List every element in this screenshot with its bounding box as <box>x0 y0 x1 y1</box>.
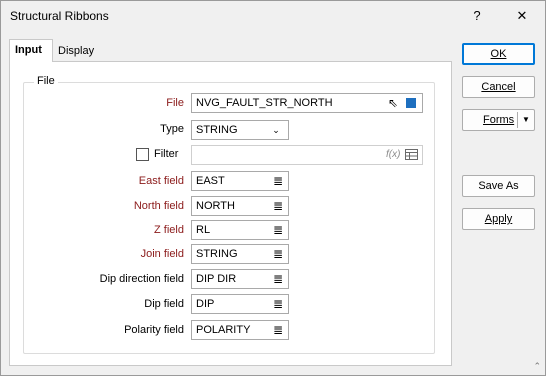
list-icon[interactable]: ≣ <box>272 245 284 263</box>
join-field-value: STRING <box>196 248 238 260</box>
pick-file-icon[interactable]: ⇖ <box>386 94 400 112</box>
save-as-button[interactable]: Save As <box>462 175 535 197</box>
title-bar: Structural Ribbons ? ✕ <box>1 1 545 32</box>
type-select[interactable]: STRING ⌄ <box>191 120 289 140</box>
input-tab-panel: File File NVG_FAULT_STR_NORTH ⇖ Type STR… <box>9 61 452 366</box>
join-field-input[interactable]: STRING ≣ <box>191 244 289 264</box>
list-icon[interactable]: ≣ <box>272 321 284 339</box>
dip-direction-field-value: DIP DIR <box>196 273 237 285</box>
list-icon[interactable]: ≣ <box>272 172 284 190</box>
dialog-window: Structural Ribbons ? ✕ Input Display Fil… <box>0 0 546 376</box>
file-input-value: NVG_FAULT_STR_NORTH <box>196 97 333 109</box>
apply-button[interactable]: Apply <box>462 208 535 230</box>
dip-direction-field-label: Dip direction field <box>99 273 184 285</box>
z-field-label: Z field <box>154 224 184 236</box>
filter-checkbox[interactable] <box>136 148 149 161</box>
filter-label: Filter <box>154 148 179 160</box>
expression-icon[interactable]: f(x) <box>386 146 400 164</box>
east-field-input[interactable]: EAST ≣ <box>191 171 289 191</box>
east-field-label: East field <box>138 175 184 187</box>
tab-display[interactable]: Display <box>53 41 99 61</box>
join-field-label: Join field <box>140 248 184 260</box>
dip-field-input[interactable]: DIP ≣ <box>191 294 289 314</box>
dip-direction-field-input[interactable]: DIP DIR ≣ <box>191 269 289 289</box>
chevron-down-icon: ⌄ <box>272 125 280 135</box>
file-group-label: File <box>34 75 58 87</box>
z-field-value: RL <box>196 224 211 236</box>
polarity-field-value: POLARITY <box>196 324 251 336</box>
tab-input[interactable]: Input <box>9 39 53 62</box>
cancel-button-label: Cancel <box>481 81 516 93</box>
type-select-value: STRING <box>196 124 238 136</box>
file-input[interactable]: NVG_FAULT_STR_NORTH ⇖ <box>191 93 423 113</box>
save-as-button-label: Save As <box>478 180 519 192</box>
file-label: File <box>166 97 184 109</box>
dialog-title: Structural Ribbons <box>10 9 109 23</box>
list-icon[interactable]: ≣ <box>272 197 284 215</box>
resize-grip-icon[interactable]: ⌃ <box>533 361 541 372</box>
apply-button-label: Apply <box>484 213 513 225</box>
file-color-swatch[interactable] <box>406 98 416 108</box>
list-icon[interactable]: ≣ <box>272 270 284 288</box>
north-field-value: NORTH <box>196 200 235 212</box>
east-field-value: EAST <box>196 175 225 187</box>
list-icon[interactable]: ≣ <box>272 221 284 239</box>
z-field-input[interactable]: RL ≣ <box>191 220 289 240</box>
filter-input[interactable]: f(x) <box>191 145 423 165</box>
forms-button-label: Forms <box>483 114 515 126</box>
polarity-field-label: Polarity field <box>124 324 184 336</box>
north-field-label: North field <box>133 200 184 212</box>
help-button[interactable]: ? <box>466 6 488 26</box>
filter-grid-icon[interactable] <box>404 146 418 164</box>
forms-button[interactable]: Forms ▼ <box>462 109 535 131</box>
ok-button[interactable]: OK <box>462 43 535 65</box>
type-label: Type <box>160 123 184 135</box>
close-button[interactable]: ✕ <box>511 6 533 26</box>
north-field-input[interactable]: NORTH ≣ <box>191 196 289 216</box>
cancel-button[interactable]: Cancel <box>462 76 535 98</box>
forms-dropdown-icon[interactable]: ▼ <box>517 112 534 128</box>
dip-field-value: DIP <box>196 298 215 310</box>
polarity-field-input[interactable]: POLARITY ≣ <box>191 320 289 340</box>
ok-button-label: OK <box>490 48 507 60</box>
dip-field-label: Dip field <box>144 298 184 310</box>
list-icon[interactable]: ≣ <box>272 295 284 313</box>
